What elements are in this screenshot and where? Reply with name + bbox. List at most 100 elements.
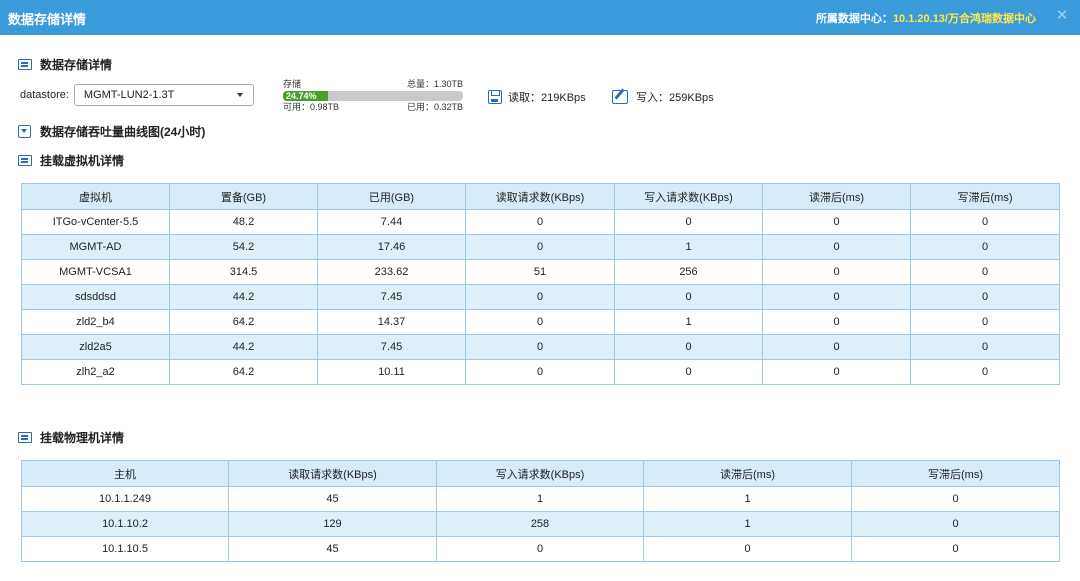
write-rate-text: 写入：259KBps <box>636 92 714 104</box>
storage-total: 总量：1.30TB <box>406 79 463 89</box>
list-icon <box>18 59 32 70</box>
table-cell: 44.2 <box>169 284 318 310</box>
expand-icon <box>18 125 31 138</box>
window-titlebar: 数据存储详情 所属数据中心：10.1.20.13/万合鸿瑞数据中心 ✕ <box>0 0 1080 35</box>
table-cell: 54.2 <box>169 234 318 260</box>
vm-table-row[interactable]: zlh2_a2 64.2 10.11 0 0 0 0 <box>21 359 1060 385</box>
table-cell: 7.44 <box>317 209 466 235</box>
section-title: 数据存储吞吐量曲线图(24小时) <box>40 125 206 139</box>
column-header: 写入请求数(KBps) <box>614 183 763 210</box>
table-cell: 258 <box>436 511 644 537</box>
section-vm-detail: 挂载虚拟机详情 <box>18 152 124 169</box>
table-cell: 0 <box>910 359 1060 385</box>
table-cell: 0 <box>910 234 1060 260</box>
datacenter-label: 所属数据中心： <box>815 13 893 25</box>
table-cell: 0 <box>762 309 911 335</box>
table-cell: 0 <box>762 234 911 260</box>
vm-table-row[interactable]: ITGo-vCenter-5.5 48.2 7.44 0 0 0 0 <box>21 209 1060 235</box>
table-cell: MGMT-AD <box>21 234 170 260</box>
datastore-select[interactable]: MGMT-LUN2-1.3T <box>73 84 254 106</box>
host-table-row[interactable]: 10.1.10.5 45 0 0 0 <box>21 536 1060 562</box>
column-header: 主机 <box>21 460 229 487</box>
column-header: 读滞后(ms) <box>643 460 852 487</box>
section-title: 挂载物理机详情 <box>40 431 125 445</box>
column-header: 读取请求数(KBps) <box>228 460 437 487</box>
column-header: 读滞后(ms) <box>762 183 911 210</box>
vm-table-row[interactable]: MGMT-VCSA1 314.5 233.62 51 256 0 0 <box>21 259 1060 285</box>
table-cell: 10.1.10.5 <box>21 536 229 562</box>
table-cell: 51 <box>465 259 615 285</box>
table-cell: 0 <box>465 309 615 335</box>
table-cell: 0 <box>643 536 852 562</box>
table-cell: 44.2 <box>169 334 318 360</box>
column-header: 已用(GB) <box>317 183 466 210</box>
table-cell: 10.1.1.249 <box>21 486 229 512</box>
table-cell: 0 <box>910 334 1060 360</box>
host-table: 主机 读取请求数(KBps) 写入请求数(KBps) 读滞后(ms) 写滞后(ms) 1… <box>21 460 1060 562</box>
column-header: 置备(GB) <box>169 183 318 210</box>
table-cell: 129 <box>228 511 437 537</box>
table-cell: 64.2 <box>169 359 318 385</box>
edit-icon <box>612 90 628 104</box>
host-table-row[interactable]: 10.1.10.2 129 258 1 0 <box>21 511 1060 537</box>
datastore-label: datastore: <box>20 89 69 101</box>
table-cell: 0 <box>910 209 1060 235</box>
table-cell: 256 <box>614 259 763 285</box>
list-icon <box>18 155 32 166</box>
datacenter-value: 10.1.20.13/万合鸿瑞数据中心 <box>892 13 1036 25</box>
table-cell: sdsddsd <box>21 284 170 310</box>
storage-label: 存储 <box>283 79 302 89</box>
datacenter-info: 所属数据中心：10.1.20.13/万合鸿瑞数据中心 <box>816 10 1036 26</box>
table-cell: 0 <box>762 359 911 385</box>
table-cell: 14.37 <box>317 309 466 335</box>
table-cell: 314.5 <box>169 259 318 285</box>
vm-table-row[interactable]: zld2a5 44.2 7.45 0 0 0 0 <box>21 334 1060 360</box>
vm-table-row[interactable]: zld2_b4 64.2 14.37 0 1 0 0 <box>21 309 1060 335</box>
vm-table-row[interactable]: MGMT-AD 54.2 17.46 0 1 0 0 <box>21 234 1060 260</box>
section-storage-detail: 数据存储详情 <box>18 56 112 73</box>
save-icon <box>488 90 502 104</box>
table-cell: 0 <box>910 259 1060 285</box>
column-header: 写滞后(ms) <box>910 183 1060 210</box>
table-cell: 64.2 <box>169 309 318 335</box>
table-cell: 0 <box>614 209 763 235</box>
table-cell: 0 <box>910 309 1060 335</box>
table-cell: 1 <box>614 234 763 260</box>
table-cell: zlh2_a2 <box>21 359 170 385</box>
section-title: 数据存储详情 <box>40 58 113 72</box>
table-cell: 1 <box>614 309 763 335</box>
table-cell: 0 <box>851 536 1060 562</box>
column-header: 虚拟机 <box>21 183 170 210</box>
table-cell: 7.45 <box>317 334 466 360</box>
table-cell: 0 <box>762 259 911 285</box>
section-throughput-chart[interactable]: 数据存储吞吐量曲线图(24小时) <box>18 123 205 140</box>
datastore-selected: MGMT-LUN2-1.3T <box>83 89 175 101</box>
vm-table: 虚拟机 置备(GB) 已用(GB) 读取请求数(KBps) 写入请求数(KBps) 读滞后… <box>21 183 1060 385</box>
vm-table-header-row: 虚拟机 置备(GB) 已用(GB) 读取请求数(KBps) 写入请求数(KBps) 读滞后… <box>21 183 1060 210</box>
list-icon <box>18 432 32 443</box>
table-cell: 0 <box>614 334 763 360</box>
table-cell: ITGo-vCenter-5.5 <box>21 209 170 235</box>
table-cell: 0 <box>910 284 1060 310</box>
host-table-row[interactable]: 10.1.1.249 45 1 1 0 <box>21 486 1060 512</box>
table-cell: 0 <box>762 209 911 235</box>
table-cell: 0 <box>614 284 763 310</box>
table-cell: 233.62 <box>317 259 466 285</box>
table-cell: 1 <box>643 511 852 537</box>
table-cell: 0 <box>465 209 615 235</box>
close-icon[interactable]: ✕ <box>1054 8 1070 24</box>
table-cell: 7.45 <box>317 284 466 310</box>
table-cell: 0 <box>465 334 615 360</box>
table-cell: zld2_b4 <box>21 309 170 335</box>
table-cell: 0 <box>851 486 1060 512</box>
table-cell: 0 <box>762 334 911 360</box>
table-cell: 10.11 <box>317 359 466 385</box>
column-header: 写滞后(ms) <box>851 460 1060 487</box>
table-cell: 0 <box>614 359 763 385</box>
table-cell: 0 <box>465 234 615 260</box>
chevron-down-icon <box>236 93 243 97</box>
table-cell: 45 <box>228 486 437 512</box>
vm-table-row[interactable]: sdsddsd 44.2 7.45 0 0 0 0 <box>21 284 1060 310</box>
column-header: 读取请求数(KBps) <box>465 183 615 210</box>
host-table-header-row: 主机 读取请求数(KBps) 写入请求数(KBps) 读滞后(ms) 写滞后(ms) <box>21 460 1060 487</box>
